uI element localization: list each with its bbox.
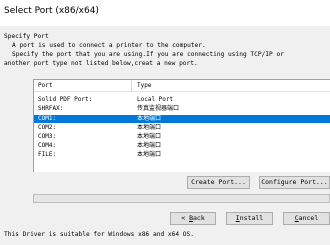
port-row-com4[interactable]: COM4: 本地端口 (34, 142, 330, 150)
install-progress-bar (33, 194, 330, 203)
back-label-prefix: < (181, 214, 190, 222)
port-name: COM3: (38, 133, 57, 140)
port-name: COM2: (38, 124, 57, 131)
port-type: Local Port (137, 96, 174, 103)
port-list-header: Port Type (34, 80, 330, 92)
cancel-label-rest: ancel (298, 214, 319, 222)
port-name: COM4: (38, 142, 57, 149)
port-name: FILE: (38, 151, 57, 158)
cancel-button[interactable]: Cancel (283, 212, 330, 225)
port-type: 本地端口 (137, 133, 162, 140)
port-list[interactable]: Port Type Solid PDF Port: Local Port SHR… (33, 79, 330, 172)
port-type: 本地端口 (137, 151, 162, 158)
port-row-shrfax[interactable]: SHRFAX: 传真监视器端口 (34, 105, 330, 113)
configure-port-button[interactable]: Configure Port... (259, 176, 330, 189)
back-label-rest: ack (193, 214, 205, 222)
port-type: 传真监视器端口 (137, 105, 180, 112)
column-header-type[interactable]: Type (137, 82, 151, 89)
port-row-solid-pdf[interactable]: Solid PDF Port: Local Port (34, 96, 330, 104)
intro-line-3: another port type not listed below,creat… (4, 60, 198, 67)
create-port-button[interactable]: Create Port... (187, 176, 250, 189)
port-row-file[interactable]: FILE: 本地端口 (34, 151, 330, 159)
intro-heading: Specify Port (4, 33, 49, 40)
title-bar: Select Port (x86/x64) (0, 0, 330, 26)
install-label-rest: nstall (239, 214, 264, 222)
intro-line-2: Specify the port that you are using.If y… (12, 51, 284, 58)
column-separator[interactable] (131, 80, 132, 91)
select-port-dialog: Select Port (x86/x64) Specify Port A por… (0, 0, 330, 245)
install-button[interactable]: Install (226, 212, 273, 225)
port-row-com1[interactable]: COM1: 本地端口 (34, 115, 330, 123)
port-type: 本地端口 (137, 124, 162, 131)
port-name: SHRFAX: (38, 105, 64, 112)
port-name: Solid PDF Port: (38, 96, 93, 103)
port-type: 本地端口 (137, 142, 162, 149)
window-title: Select Port (x86/x64) (4, 6, 99, 16)
port-name: COM1: (38, 115, 57, 122)
port-row-com2[interactable]: COM2: 本地端口 (34, 124, 330, 132)
back-button[interactable]: < Back (170, 212, 216, 225)
port-row-com3[interactable]: COM3: 本地端口 (34, 133, 330, 141)
intro-line-1: A port is used to connect a printer to t… (12, 42, 206, 49)
column-header-port[interactable]: Port (38, 82, 52, 89)
driver-compatibility-note: This Driver is suitable for Windows x86 … (4, 231, 194, 238)
port-type: 本地端口 (137, 115, 162, 122)
